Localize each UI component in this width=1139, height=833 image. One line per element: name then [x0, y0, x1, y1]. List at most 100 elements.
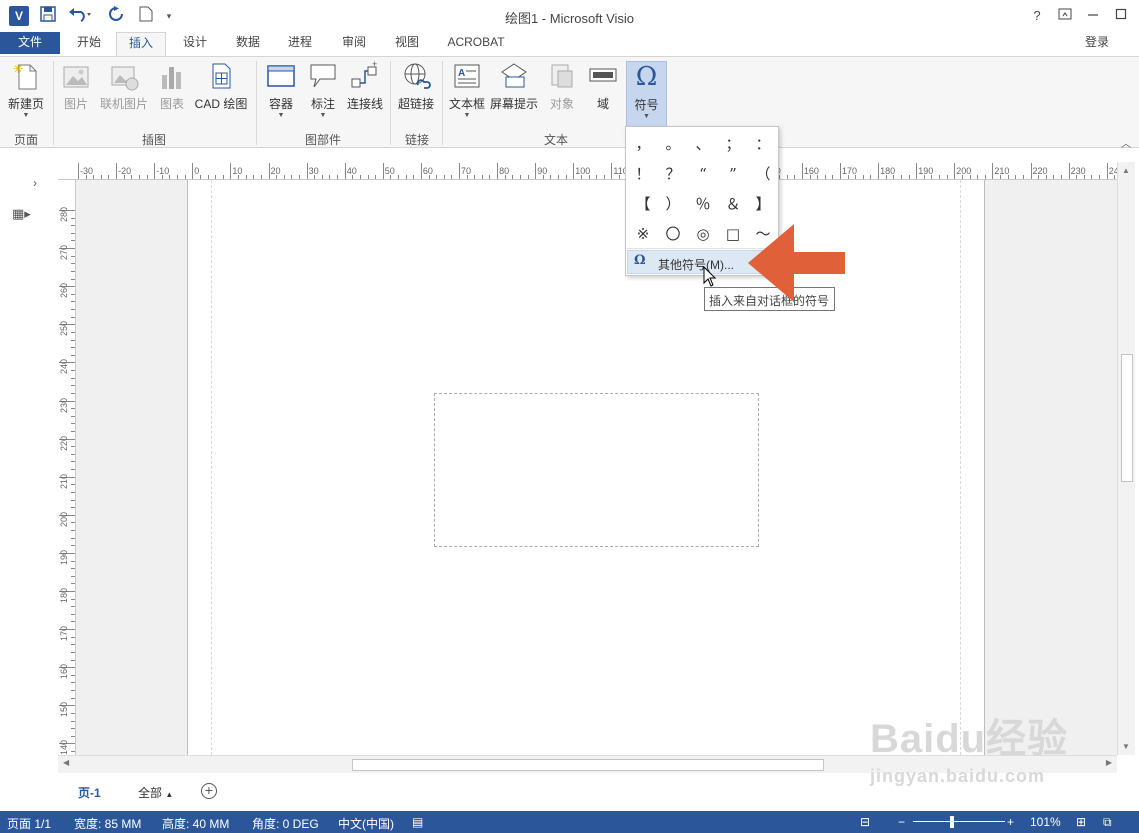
symbol-cell[interactable]: ％ — [688, 189, 718, 219]
zoom-out-icon[interactable]: − — [898, 815, 905, 829]
scroll-left-icon[interactable]: ◀ — [63, 758, 69, 767]
all-pages-tab[interactable]: 全部 ▲ — [138, 784, 173, 801]
symbol-cell[interactable]: ” — [718, 159, 748, 189]
ruler-minor-tick — [100, 175, 102, 179]
tab-review[interactable]: 审阅 — [328, 32, 380, 56]
field-button[interactable]: 域 — [585, 61, 621, 127]
ribbon-display-icon[interactable] — [1052, 5, 1078, 27]
zoom-slider-thumb[interactable] — [950, 816, 954, 828]
horizontal-scroll-thumb[interactable] — [352, 759, 824, 771]
ruler-minor-tick — [71, 674, 75, 676]
fit-page-icon[interactable]: ⊞ — [1076, 815, 1086, 829]
add-page-icon[interactable]: + — [201, 783, 217, 799]
scroll-down-icon[interactable]: ▼ — [1122, 742, 1130, 751]
presentation-mode-icon[interactable]: ⊟ — [860, 815, 870, 829]
status-page[interactable]: 页面 1/1 — [7, 815, 51, 832]
scroll-up-icon[interactable]: ▲ — [1122, 166, 1130, 175]
online-picture-button[interactable]: 联机图片 — [96, 61, 152, 127]
symbol-cell[interactable]: ； — [718, 129, 748, 159]
tab-design[interactable]: 设计 — [170, 32, 220, 56]
selected-rectangle-shape[interactable] — [434, 393, 759, 547]
container-button[interactable]: 容器 ▼ — [262, 61, 300, 127]
ruler-minor-tick — [809, 175, 811, 179]
ruler-minor-tick — [71, 461, 75, 463]
ruler-tick — [611, 163, 613, 179]
minimize-icon[interactable] — [1080, 5, 1106, 27]
hyperlink-button[interactable]: 超链接 — [394, 61, 438, 127]
ruler-minor-tick — [93, 175, 95, 179]
ribbon: ✳ 新建页 ▼ 页面 图片 联机图片 图表 CAD 绘图 插图 容器 ▼ 标注 … — [0, 56, 1139, 150]
page-tab-1[interactable]: 页-1 — [78, 784, 101, 801]
scroll-right-icon[interactable]: ▶ — [1106, 758, 1112, 767]
ruler-minor-tick — [71, 751, 75, 753]
symbol-cell[interactable]: □ — [718, 219, 748, 249]
vertical-scroll-thumb[interactable] — [1121, 354, 1133, 482]
symbol-cell[interactable]: ※ — [628, 219, 658, 249]
textbox-button[interactable]: A 文本框 ▼ — [446, 61, 488, 127]
macro-record-icon[interactable]: ▤ — [412, 815, 423, 829]
ruler-minor-tick — [71, 659, 75, 661]
tab-acrobat[interactable]: ACROBAT — [438, 32, 514, 56]
symbol-cell[interactable]: ： — [748, 129, 778, 159]
symbol-cell[interactable]: ） — [658, 189, 688, 219]
ruler-minor-tick — [1000, 175, 1002, 179]
tab-insert[interactable]: 插入 — [116, 32, 166, 57]
shapes-icon[interactable]: ▦▸ — [12, 206, 31, 222]
chart-button[interactable]: 图表 — [154, 61, 190, 127]
expand-shapes-icon[interactable]: › — [33, 176, 37, 190]
symbol-cell[interactable]: ， — [628, 129, 658, 159]
connector-button[interactable]: + 连接线 — [344, 59, 386, 127]
tab-home[interactable]: 开始 — [66, 32, 112, 56]
symbol-cell[interactable]: ＆ — [718, 189, 748, 219]
ruler-label: 220 — [59, 435, 69, 451]
ruler-minor-tick — [939, 175, 941, 179]
ruler-minor-tick — [71, 453, 75, 455]
status-language[interactable]: 中文(中国) — [338, 815, 394, 832]
cad-drawing-icon — [206, 61, 236, 91]
ribbon-tabs: 文件 开始 插入 设计 数据 进程 审阅 视图 ACROBAT 登录 — [0, 32, 1139, 57]
tab-view[interactable]: 视图 — [382, 32, 432, 56]
new-page-button[interactable]: ✳ 新建页 ▼ — [4, 61, 48, 127]
ruler-minor-tick — [1022, 175, 1024, 179]
symbol-cell[interactable]: （ — [748, 159, 778, 189]
more-symbols-label: 其他符号(M)... — [658, 258, 734, 272]
zoom-slider[interactable] — [913, 821, 1005, 822]
screentip-button[interactable]: 屏幕提示 — [489, 61, 539, 127]
vertical-scrollbar[interactable]: ▲ ▼ — [1117, 162, 1135, 755]
connector-label: 连接线 — [346, 97, 383, 111]
symbol-cell[interactable]: 】 — [748, 189, 778, 219]
symbol-cell[interactable]: “ — [688, 159, 718, 189]
switch-windows-icon[interactable]: ⧉ — [1103, 815, 1112, 830]
symbol-cell[interactable]: 〇 — [658, 219, 688, 249]
symbol-cell[interactable]: ◎ — [688, 219, 718, 249]
symbol-cell[interactable]: ？ — [658, 159, 688, 189]
collapse-ribbon-icon[interactable]: ︿ — [1121, 135, 1131, 150]
ruler-minor-tick — [283, 175, 285, 179]
ruler-minor-tick — [1053, 175, 1055, 179]
ruler-minor-tick — [215, 175, 217, 179]
ruler-minor-tick — [596, 175, 598, 179]
symbol-button[interactable]: Ω 符号 ▼ — [626, 61, 667, 131]
field-icon — [588, 61, 618, 91]
picture-icon — [61, 61, 91, 91]
login-link[interactable]: 登录 — [1085, 32, 1109, 52]
symbol-cell[interactable]: 。 — [658, 129, 688, 159]
object-button[interactable]: 对象 — [543, 61, 581, 127]
tab-data[interactable]: 数据 — [224, 32, 272, 56]
zoom-level[interactable]: 101% — [1030, 815, 1061, 829]
ruler-minor-tick — [1038, 175, 1040, 179]
maximize-icon[interactable] — [1108, 5, 1134, 27]
tab-file[interactable]: 文件 — [0, 32, 60, 54]
ruler-minor-tick — [1015, 175, 1017, 179]
picture-button[interactable]: 图片 — [58, 61, 94, 127]
ruler-minor-tick — [276, 175, 278, 179]
callout-button[interactable]: 标注 ▼ — [304, 61, 342, 127]
help-button[interactable]: ? — [1024, 5, 1050, 27]
ruler-minor-tick — [71, 446, 75, 448]
symbol-cell[interactable]: 、 — [688, 129, 718, 159]
cad-drawing-button[interactable]: CAD 绘图 — [192, 61, 250, 127]
zoom-in-icon[interactable]: + — [1007, 815, 1014, 829]
symbol-cell[interactable]: 【 — [628, 189, 658, 219]
tab-process[interactable]: 进程 — [276, 32, 324, 56]
symbol-cell[interactable]: ！ — [628, 159, 658, 189]
